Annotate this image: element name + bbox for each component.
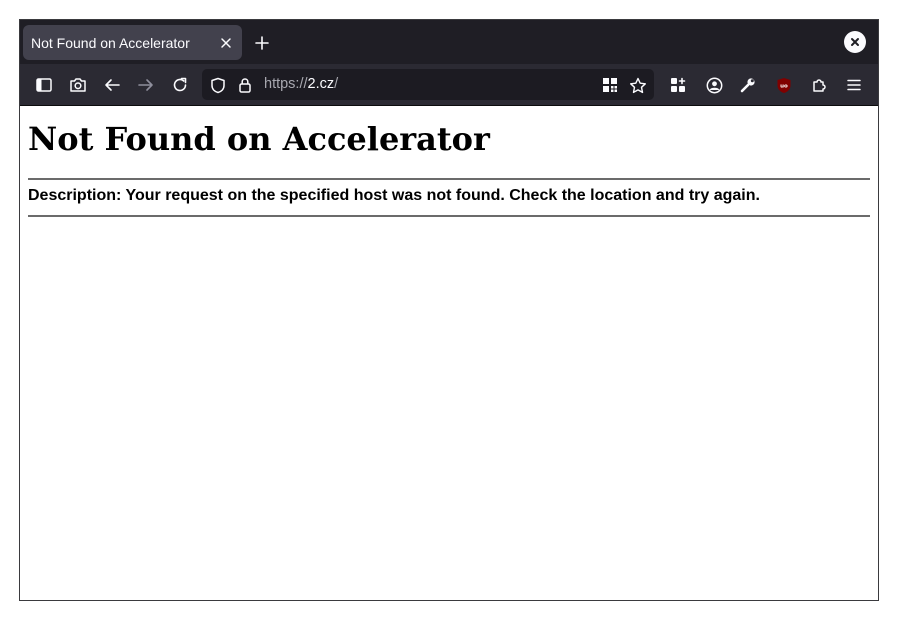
url-scheme: https:// <box>264 76 308 92</box>
qr-code-icon[interactable] <box>597 72 623 98</box>
reload-icon[interactable] <box>167 72 193 98</box>
browser-window: Not Found on Accelerator https://2.cz/ u… <box>19 19 879 601</box>
page-title: Not Found on Accelerator <box>28 120 490 158</box>
horizontal-rule-top <box>28 178 870 180</box>
tab-close-icon[interactable] <box>215 32 237 54</box>
url-text[interactable]: https://2.cz/ <box>264 69 338 100</box>
url-path: / <box>334 76 339 92</box>
horizontal-rule-bottom <box>28 215 870 217</box>
screenshot-icon[interactable] <box>65 72 91 98</box>
svg-text:uo: uo <box>780 83 788 89</box>
extensions-grid-icon[interactable] <box>665 72 691 98</box>
forward-arrow-icon[interactable] <box>133 72 159 98</box>
nav-toolbar: https://2.cz/ uo <box>20 64 878 106</box>
new-tab-plus-icon[interactable] <box>250 31 274 55</box>
lock-icon[interactable] <box>232 72 258 98</box>
error-description: Description: Your request on the specifi… <box>28 187 760 204</box>
back-arrow-icon[interactable] <box>99 72 125 98</box>
url-host: 2.cz <box>307 76 335 92</box>
window-close-icon[interactable] <box>844 31 866 53</box>
ublock-icon[interactable]: uo <box>771 72 797 98</box>
page-content: Not Found on Accelerator Description: Yo… <box>20 106 878 600</box>
tab-bar: Not Found on Accelerator <box>20 20 878 64</box>
hamburger-menu-icon[interactable] <box>841 72 867 98</box>
url-bar[interactable]: https://2.cz/ <box>202 69 654 100</box>
shield-icon[interactable] <box>205 72 231 98</box>
star-icon[interactable] <box>625 72 651 98</box>
tab-active[interactable]: Not Found on Accelerator <box>23 25 242 60</box>
account-icon[interactable] <box>701 72 727 98</box>
wrench-icon[interactable] <box>735 72 761 98</box>
tab-title: Not Found on Accelerator <box>31 34 190 51</box>
puzzle-icon[interactable] <box>807 72 833 98</box>
sidebar-icon[interactable] <box>31 72 57 98</box>
